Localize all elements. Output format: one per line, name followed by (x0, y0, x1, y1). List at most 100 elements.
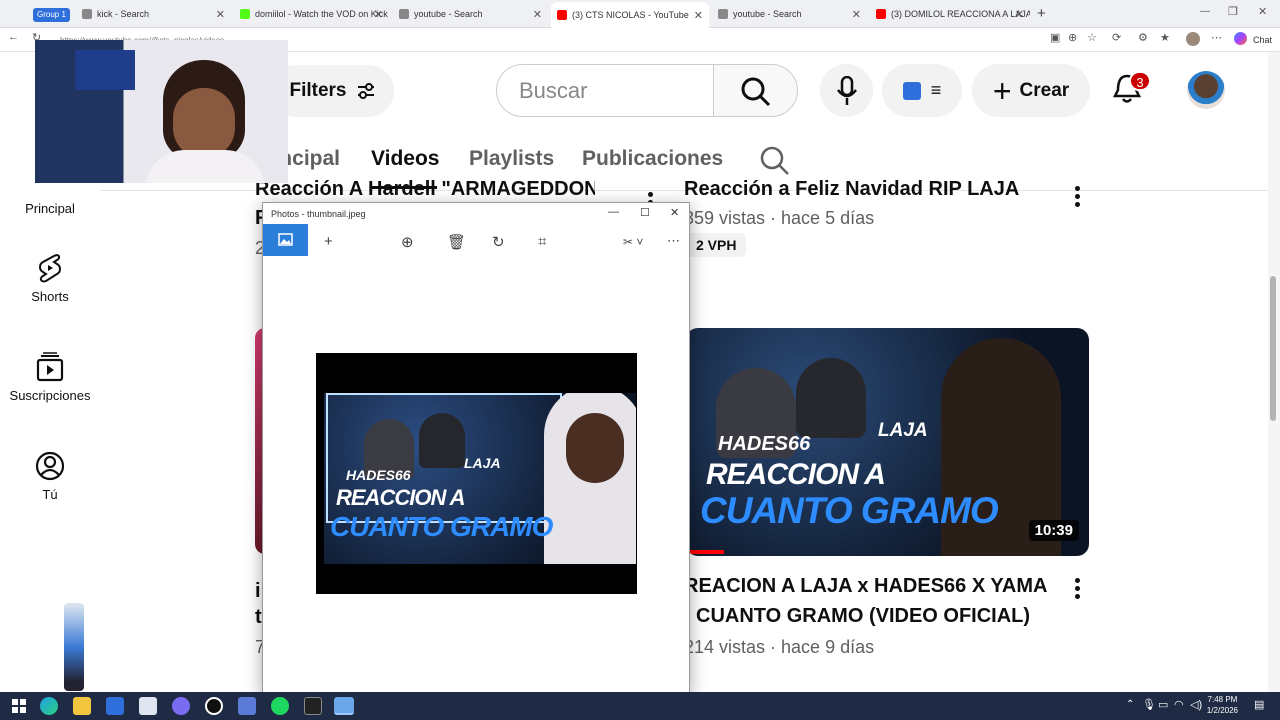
crop-icon[interactable]: ⌗ (538, 233, 546, 250)
thumbnail-text: REACCION A (706, 458, 886, 491)
close-icon[interactable]: ✕ (1015, 8, 1024, 21)
search-icon (399, 9, 409, 19)
sidebar-item-suscripciones[interactable]: Suscripciones (0, 352, 100, 403)
iq-extension-icon (902, 81, 921, 100)
webcam-overlay (35, 40, 288, 183)
more-icon[interactable]: ⋯ (667, 233, 680, 249)
thumbnail-text: HADES66 (346, 467, 411, 483)
video-title[interactable]: i (255, 577, 261, 606)
copilot-icon[interactable] (1234, 32, 1247, 45)
edit-icon[interactable]: ✂ ˅ (623, 235, 643, 249)
chat-label[interactable]: Chat (1253, 35, 1272, 45)
app-icon[interactable] (238, 697, 256, 715)
sidebar-item-label: Tú (42, 487, 58, 502)
close-icon[interactable]: ✕ (694, 9, 703, 22)
sidebar-item-label: Suscripciones (9, 388, 91, 403)
video-title-line2[interactable]: CUANTO GRAMO (VIDEO OFICIAL) (696, 602, 1030, 631)
store-icon[interactable] (106, 697, 124, 715)
page-scrollbar[interactable] (1268, 52, 1280, 692)
person-face (173, 88, 235, 158)
minimize-icon[interactable]: — (1200, 6, 1210, 17)
more-icon[interactable]: ⋯ (1211, 31, 1222, 44)
favorites-bar-icon[interactable]: ★ (1160, 31, 1170, 44)
plus-icon: + (992, 72, 1012, 109)
minimize-icon[interactable]: — (608, 206, 619, 218)
spotify-icon[interactable] (271, 697, 289, 715)
close-icon[interactable]: ✕ (852, 8, 861, 21)
youtube-icon (876, 9, 886, 19)
scrollbar-thumb[interactable] (1270, 276, 1276, 421)
gallery-view-button[interactable] (263, 224, 308, 256)
shorts-icon (39, 254, 61, 283)
rotate-icon[interactable]: ↻ (492, 233, 505, 251)
split-screen-icon[interactable]: ▣ (1050, 31, 1060, 44)
photos-taskbar-icon[interactable] (334, 697, 354, 715)
video-title-line2[interactable]: t (255, 603, 262, 632)
video-menu-kebab[interactable] (1075, 186, 1081, 210)
app-icon[interactable] (172, 697, 190, 715)
browser-tab[interactable]: domiilol - Watch the VOD on Kick ✕ (234, 3, 389, 25)
tray-chevron-icon[interactable]: ⌃ (1126, 699, 1134, 710)
channel-avatar[interactable] (1187, 71, 1225, 109)
profile-avatar[interactable] (1186, 32, 1200, 46)
volume-icon[interactable]: ◁) (1190, 698, 1202, 711)
filters-button[interactable]: Filters (270, 65, 394, 117)
channel-search-icon[interactable] (760, 146, 790, 176)
browser-tab[interactable]: youtube - Search ✕ (712, 3, 867, 25)
close-icon[interactable]: ✕ (374, 8, 383, 21)
tab-publicaciones[interactable]: Publicaciones (582, 147, 723, 171)
maximize-icon[interactable]: ☐ (640, 206, 650, 219)
create-button[interactable]: + Crear (972, 64, 1090, 117)
new-tab-icon[interactable]: + (1037, 5, 1046, 22)
microphone-tray-icon[interactable]: 🎙 (1142, 698, 1156, 711)
close-icon[interactable]: ✕ (216, 8, 225, 21)
search-input[interactable]: Buscar (496, 64, 714, 117)
notification-center-icon[interactable]: ▤ (1254, 698, 1264, 711)
zoom-icon[interactable]: ⊕ (401, 233, 414, 251)
file-explorer-icon[interactable] (73, 697, 91, 715)
mail-icon[interactable] (139, 697, 157, 715)
zoom-icon[interactable]: ⊕ (1068, 31, 1077, 44)
thumbnail-text: CUANTO GRAMO (330, 511, 553, 542)
wifi-icon[interactable]: ◠ (1174, 698, 1184, 711)
voice-search-button[interactable] (820, 64, 873, 117)
browser-tab[interactable]: (3) DOMILOL REACCIONA A LAJA ✕ (870, 3, 1030, 25)
close-icon[interactable]: ✕ (533, 8, 542, 21)
edge-icon[interactable] (40, 697, 58, 715)
vph-badge: 2 VPH (686, 233, 747, 257)
taskbar-clock[interactable]: 7:48 PM 1/2/2026 (1207, 694, 1238, 716)
tab-videos[interactable]: Videos (371, 147, 439, 171)
video-title[interactable]: Reacción A Hardell "ARMAGEDDON" (255, 175, 595, 204)
tab-playlists[interactable]: Playlists (469, 147, 554, 171)
video-title[interactable]: Reacción a Feliz Navidad RIP LAJA (684, 175, 1054, 204)
back-icon[interactable]: ← (8, 31, 19, 43)
windows-start-icon[interactable] (12, 699, 26, 713)
clock-date: 1/2/2026 (1206, 706, 1238, 715)
search-button[interactable] (713, 64, 798, 117)
video-title[interactable]: REACION A LAJA x HADES66 X YAMA (684, 572, 1047, 601)
browser-tab[interactable]: kick - Search ✕ (76, 3, 231, 25)
browser-tab-active[interactable]: (3) CTS NICOLAS - YouTube ✕ (551, 2, 709, 28)
network-icon[interactable]: ▭ (1158, 698, 1168, 711)
thumbnail-figure (796, 358, 866, 438)
search-icon (741, 77, 771, 107)
epic-games-icon[interactable] (304, 697, 322, 715)
sidebar-item-shorts[interactable]: Shorts (0, 253, 100, 304)
close-icon[interactable]: ✕ (670, 206, 679, 219)
video-meta: 359 vistas · hace 5 días (684, 208, 875, 228)
extension-button[interactable]: ≡ (882, 64, 962, 117)
delete-icon[interactable]: 🗑 (447, 233, 466, 251)
video-menu-kebab[interactable] (1075, 578, 1081, 602)
collections-icon[interactable]: ⚙ (1138, 31, 1148, 44)
favorite-icon[interactable]: ☆ (1087, 31, 1097, 44)
sidebar-item-tu[interactable]: Tú (0, 451, 100, 502)
obs-icon[interactable] (205, 697, 223, 715)
video-thumbnail[interactable]: HADES66 LAJA REACCION A CUANTO GRAMO 10:… (686, 328, 1089, 556)
extensions-icon[interactable]: ⟳ (1112, 31, 1121, 44)
browser-tab[interactable]: youtube - Search ✕ (393, 3, 548, 25)
close-window-icon[interactable]: ✕ (1258, 5, 1267, 18)
restore-icon[interactable]: ❐ (1228, 5, 1238, 18)
notifications-button[interactable]: 3 (1112, 71, 1151, 108)
add-icon[interactable]: + (324, 233, 333, 250)
tab-group-chip[interactable]: Group 1 (33, 8, 70, 22)
